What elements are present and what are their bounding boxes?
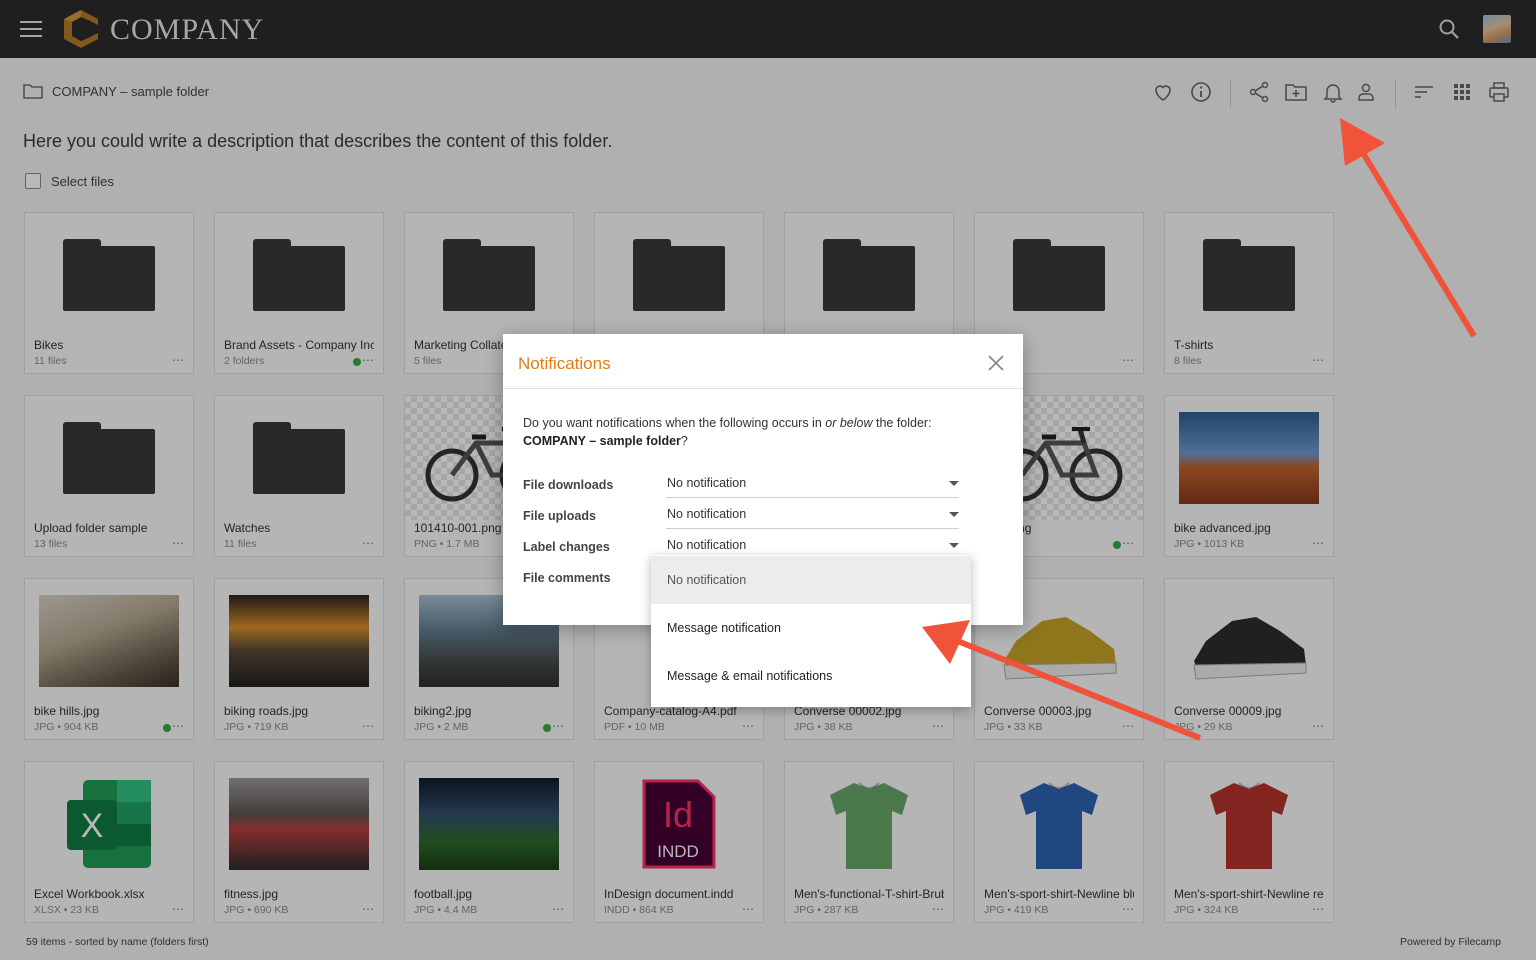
dialog-title: Notifications bbox=[518, 354, 611, 373]
chevron-down-icon bbox=[949, 543, 959, 548]
row-label-label-changes: Label changes bbox=[523, 540, 610, 554]
question-folder: COMPANY – sample folder bbox=[523, 434, 681, 448]
select-value: No notification bbox=[667, 507, 747, 521]
question-text: Do you want notifications when the follo… bbox=[523, 416, 826, 430]
select-value: No notification bbox=[667, 476, 747, 490]
close-icon[interactable] bbox=[985, 352, 1007, 374]
dialog-question: Do you want notifications when the follo… bbox=[523, 414, 1003, 450]
row-label-file-uploads: File uploads bbox=[523, 509, 596, 523]
row-label-file-downloads: File downloads bbox=[523, 478, 614, 492]
select-value: No notification bbox=[667, 538, 747, 552]
question-text-end: the folder: bbox=[872, 416, 932, 430]
file-uploads-select[interactable]: No notification bbox=[666, 507, 959, 529]
menu-option-message-email-notifications[interactable]: Message & email notifications bbox=[651, 652, 971, 700]
menu-option-no-notification[interactable]: No notification bbox=[651, 556, 971, 604]
chevron-down-icon bbox=[949, 481, 959, 486]
file-downloads-select[interactable]: No notification bbox=[666, 476, 959, 498]
chevron-down-icon bbox=[949, 512, 959, 517]
question-emphasis: or below bbox=[825, 416, 873, 430]
notification-dropdown-menu: No notification Message notification Mes… bbox=[651, 555, 971, 707]
question-suffix: ? bbox=[680, 434, 688, 448]
menu-option-message-notification[interactable]: Message notification bbox=[651, 604, 971, 652]
dialog-divider bbox=[503, 388, 1023, 389]
row-label-file-comments: File comments bbox=[523, 571, 611, 585]
